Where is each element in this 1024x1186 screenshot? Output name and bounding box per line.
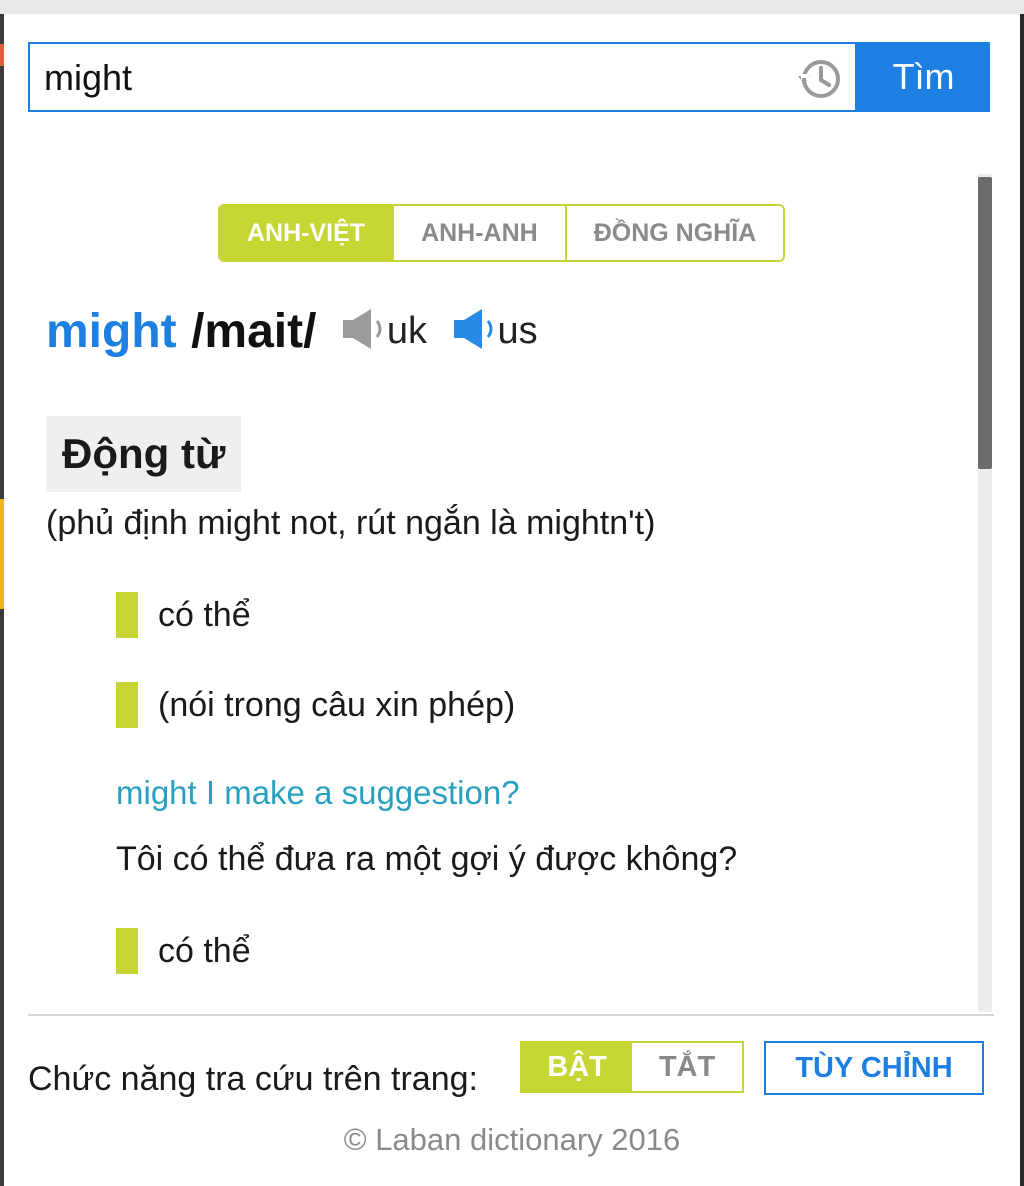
- tab-dong-nghia[interactable]: ĐỒNG NGHĨA: [564, 206, 784, 260]
- browser-chrome-strip: [0, 0, 1024, 14]
- background-page-edge-right: [1020, 14, 1024, 1186]
- search-button[interactable]: Tìm: [857, 42, 990, 112]
- history-icon[interactable]: [794, 56, 844, 102]
- pronunciation: /mait/: [191, 305, 317, 358]
- sense-text: có thể: [158, 931, 251, 970]
- customize-button[interactable]: TÙY CHỈNH: [764, 1041, 984, 1095]
- sense-item: có thể: [116, 592, 251, 638]
- example-translation: Tôi có thể đưa ra một gợi ý được không?: [116, 840, 738, 878]
- scrollbar-thumb[interactable]: [978, 177, 992, 469]
- footer-divider: [28, 1014, 994, 1016]
- definition-panel[interactable]: ANH-VIỆT ANH-ANH ĐỒNG NGHĨA might /mait/…: [28, 174, 978, 1012]
- example-sentence: might I make a suggestion?: [116, 774, 520, 811]
- sense-item: (nói trong câu xin phép): [116, 682, 515, 728]
- audio-uk-label: uk: [386, 310, 428, 352]
- audio-uk-button[interactable]: uk: [341, 306, 427, 357]
- tab-anh-anh[interactable]: ANH-ANH: [392, 206, 565, 260]
- sense-marker: [116, 682, 138, 728]
- lookup-toggle: BẬT TẮT: [520, 1041, 744, 1093]
- sense-marker: [116, 592, 138, 638]
- toggle-on-button[interactable]: BẬT: [522, 1043, 632, 1091]
- copyright-text: © Laban dictionary 2016: [343, 1122, 681, 1157]
- lookup-feature-label: Chức năng tra cứu trên trang:: [28, 1060, 478, 1098]
- speaker-icon: [452, 306, 496, 357]
- scrollbar[interactable]: [978, 174, 992, 1012]
- sense-item: có thể: [116, 928, 251, 974]
- dictionary-popup: Tìm ANH-VIỆT ANH-ANH ĐỒNG NGHĨA might /m…: [4, 14, 1020, 1186]
- sense-text: có thể: [158, 595, 251, 634]
- dictionary-tabs: ANH-VIỆT ANH-ANH ĐỒNG NGHĨA: [218, 204, 786, 262]
- audio-us-button[interactable]: us: [452, 306, 538, 357]
- toggle-off-button[interactable]: TẮT: [632, 1043, 742, 1091]
- part-of-speech: Động từ: [46, 416, 242, 492]
- sense-text: (nói trong câu xin phép): [158, 685, 516, 724]
- search-box: [28, 42, 857, 112]
- audio-us-label: us: [497, 310, 538, 352]
- speaker-icon: [341, 306, 385, 357]
- tab-anh-viet[interactable]: ANH-VIỆT: [220, 206, 393, 260]
- sense-marker: [116, 928, 138, 974]
- headword-row: might /mait/ uk us: [46, 304, 538, 364]
- usage-note: (phủ định might not, rút ngắn là mightn'…: [46, 504, 656, 542]
- headword: might: [46, 305, 177, 358]
- search-input[interactable]: [44, 58, 784, 98]
